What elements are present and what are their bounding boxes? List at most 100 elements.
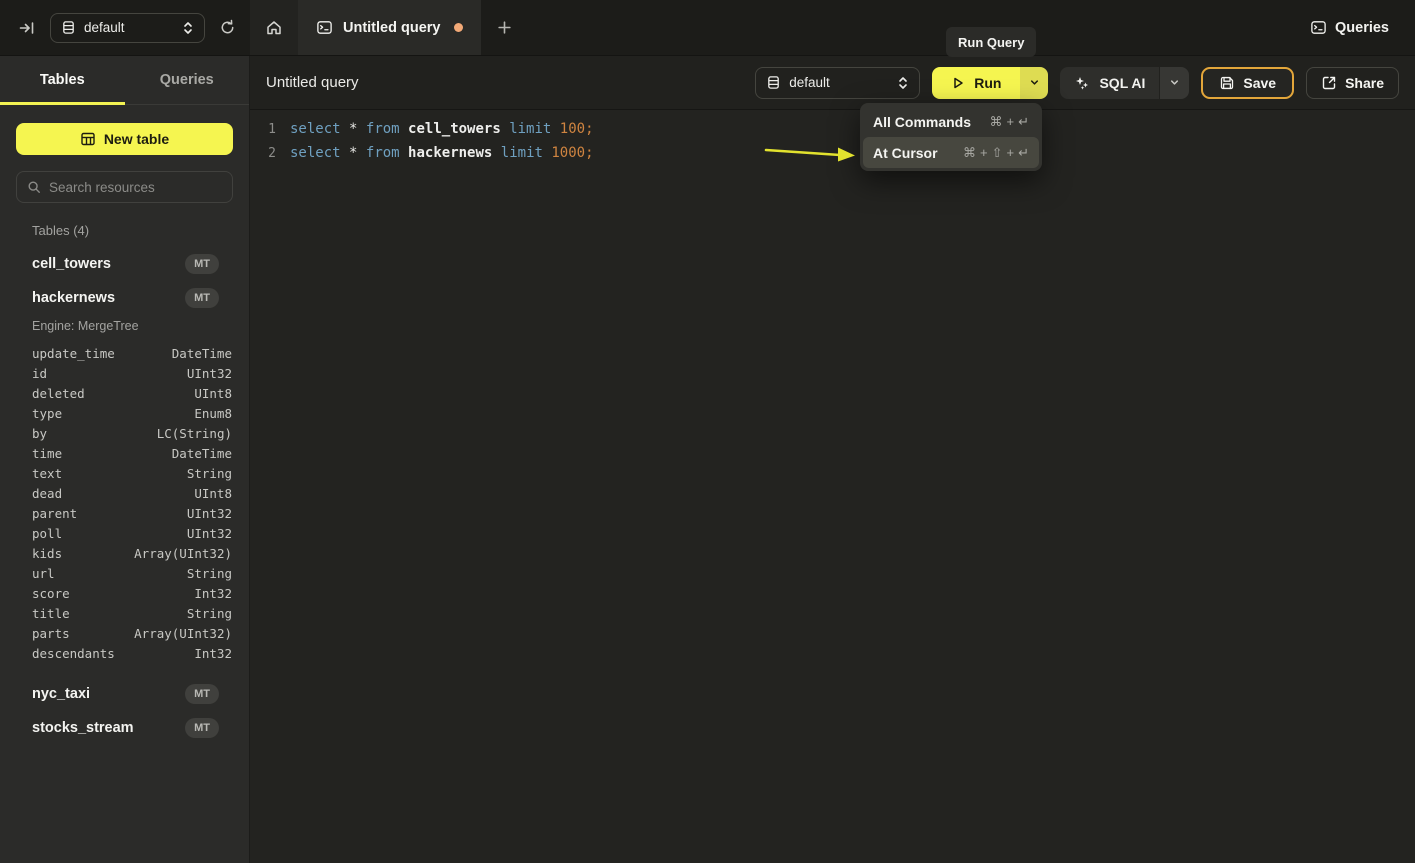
search-box xyxy=(16,171,233,203)
menu-item-label: At Cursor xyxy=(873,145,938,161)
share-button[interactable]: Share xyxy=(1306,67,1399,99)
home-tab[interactable] xyxy=(250,0,298,55)
run-options-menu: All Commands ⌘+↵ At Cursor⌘+⇧+↵ xyxy=(860,103,1042,171)
table-name: nyc_taxi xyxy=(32,686,90,702)
column-row-parts: parts Array(UInt32) xyxy=(0,623,249,643)
code-token xyxy=(492,145,500,161)
sql-ai-button[interactable]: SQL AI xyxy=(1060,67,1159,99)
queries-button[interactable]: Queries xyxy=(1300,0,1415,55)
code-token: cell_towers xyxy=(408,121,501,137)
sidebar-tab-tables-label: Tables xyxy=(40,72,85,88)
sql-ai-options-button[interactable] xyxy=(1159,67,1189,99)
run-options-button[interactable] xyxy=(1020,67,1048,99)
column-name: type xyxy=(32,406,62,421)
topbar-tabs: Untitled query Queries xyxy=(250,0,1415,55)
tables-list: cell_towersMThackernewsMTEngine: MergeTr… xyxy=(0,247,249,745)
save-button[interactable]: Save xyxy=(1201,67,1294,99)
code-token: limit xyxy=(501,145,543,161)
column-type: UInt8 xyxy=(194,386,232,401)
column-type: UInt32 xyxy=(187,526,232,541)
column-type: UInt32 xyxy=(187,506,232,521)
code-line-2: 2select * from hackernews limit 1000; xyxy=(250,141,1415,165)
shortcut-key: + xyxy=(1007,114,1015,129)
menu-item-label: All Commands xyxy=(873,114,971,130)
menu-item-shortcut: ⌘+↵ xyxy=(990,114,1030,130)
sidebar-tabs: Tables Queries xyxy=(0,56,249,105)
engine-badge: MT xyxy=(185,684,219,704)
code-token: limit xyxy=(509,121,551,137)
tab-untitled-query[interactable]: Untitled query xyxy=(298,0,481,55)
column-name: deleted xyxy=(32,386,85,401)
column-type: String xyxy=(187,606,232,621)
new-table-button[interactable]: New table xyxy=(16,123,233,155)
topbar-database-selector[interactable]: default xyxy=(50,13,205,43)
topbar: default xyxy=(0,0,1415,56)
save-button-label: Save xyxy=(1243,75,1276,91)
menu-item-all-commands[interactable]: All Commands ⌘+↵ xyxy=(863,106,1039,137)
code-token xyxy=(341,121,349,137)
engine-badge: MT xyxy=(185,254,219,274)
search-icon xyxy=(27,180,41,194)
unsaved-changes-dot xyxy=(454,23,463,32)
table-row-cell_towers[interactable]: cell_towers MT xyxy=(0,247,249,281)
column-row-deleted: deleted UInt8 xyxy=(0,383,249,403)
column-row-kids: kidsArray(UInt32) xyxy=(0,543,249,563)
shortcut-key: ⇧ xyxy=(992,145,1003,161)
code-line-1: 1select * from cell_towers limit 100; xyxy=(250,117,1415,141)
terminal-icon xyxy=(1310,19,1327,36)
column-name: title xyxy=(32,606,70,621)
queries-button-label: Queries xyxy=(1335,20,1389,36)
toolbar-database-selector[interactable]: default xyxy=(755,67,920,99)
shortcut-key: ↵ xyxy=(1018,145,1029,161)
chevron-down-icon xyxy=(1029,77,1040,88)
column-name: time xyxy=(32,446,62,461)
home-icon xyxy=(265,19,283,37)
tab-label: Untitled query xyxy=(343,20,440,36)
table-row-nyc_taxi[interactable]: nyc_taxi MT xyxy=(0,677,249,711)
menu-item-at-cursor[interactable]: At Cursor⌘+⇧+↵ xyxy=(863,137,1039,168)
column-name: id xyxy=(32,366,47,381)
code-token: select xyxy=(290,121,341,137)
chevron-up-down-icon xyxy=(897,76,909,90)
sql-editor[interactable]: 1select * from cell_towers limit 100;2se… xyxy=(250,110,1415,863)
code-token: from xyxy=(366,121,400,137)
code-token xyxy=(357,145,365,161)
run-button-label: Run xyxy=(974,75,1001,91)
sql-ai-split-button: SQL AI xyxy=(1060,67,1189,99)
column-row-time: timeDateTime xyxy=(0,443,249,463)
run-split-button: Run xyxy=(932,67,1048,99)
column-type: String xyxy=(187,566,232,581)
sidebar-tab-tables[interactable]: Tables xyxy=(0,56,125,104)
tooltip-label: Run Query xyxy=(958,35,1024,50)
collapse-sidebar-button[interactable] xyxy=(18,19,36,37)
column-name: descendants xyxy=(32,646,115,661)
engine-label: Engine: MergeTree xyxy=(0,315,249,337)
topbar-left: default xyxy=(0,0,250,55)
code-token: ; xyxy=(585,145,593,161)
column-row-url: urlString xyxy=(0,563,249,583)
new-tab-button[interactable] xyxy=(481,0,527,55)
column-name: poll xyxy=(32,526,62,541)
column-type: Array(UInt32) xyxy=(134,626,232,641)
database-icon xyxy=(766,75,781,90)
refresh-button[interactable] xyxy=(219,19,236,36)
database-selector-value: default xyxy=(789,75,889,90)
sidebar-tab-queries[interactable]: Queries xyxy=(125,56,250,104)
run-query-tooltip: Run Query xyxy=(946,27,1036,57)
code-token xyxy=(341,145,349,161)
column-name: parts xyxy=(32,626,70,641)
column-type: Enum8 xyxy=(194,406,232,421)
table-row-hackernews[interactable]: hackernewsMT xyxy=(0,281,249,315)
run-button[interactable]: Run xyxy=(932,67,1020,99)
table-name: cell_towers xyxy=(32,256,111,272)
search-input[interactable] xyxy=(49,180,226,195)
sparkles-icon xyxy=(1074,75,1090,91)
code-text: select * from hackernews limit 1000; xyxy=(290,145,594,161)
engine-badge: MT xyxy=(185,288,219,308)
table-row-stocks_stream[interactable]: stocks_streamMT xyxy=(0,711,249,745)
column-type: LC(String) xyxy=(157,426,232,441)
refresh-icon xyxy=(219,19,236,36)
column-row-id: id UInt32 xyxy=(0,363,249,383)
column-type: UInt32 xyxy=(187,366,232,381)
tables-section-label: Tables (4) xyxy=(32,221,249,241)
